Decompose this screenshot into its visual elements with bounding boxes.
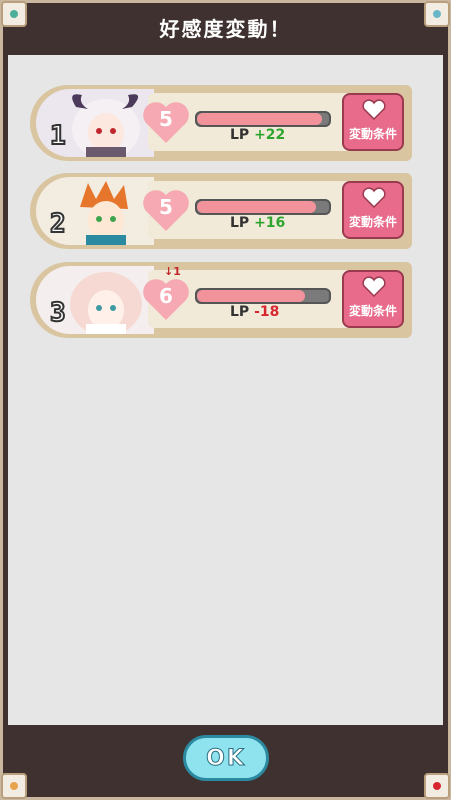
affection-panel: 1 5 LP +22 変動条件 2 5 LP +16 変動条件 3 6 ↓1 L… <box>8 55 443 725</box>
heart-outline-icon <box>362 99 386 121</box>
heart-icon: 6 <box>140 276 192 324</box>
lp-change: LP +22 <box>230 127 285 143</box>
change-conditions-button[interactable]: 変動条件 <box>342 270 404 328</box>
button-label: 変動条件 <box>348 127 397 141</box>
lp-bar-fill <box>197 113 323 125</box>
character-portrait-2: 2 <box>36 177 154 245</box>
lp-progress-bar <box>195 199 331 215</box>
list-item: 2 5 LP +16 変動条件 <box>30 173 412 249</box>
change-conditions-button[interactable]: 変動条件 <box>342 93 404 151</box>
heart-icon: 5 <box>140 99 192 147</box>
button-label: 変動条件 <box>348 304 397 318</box>
lp-bar-fill <box>197 290 306 302</box>
rank-number: 2 <box>49 208 67 240</box>
character-portrait-3: 3 <box>36 266 154 334</box>
affection-level: 5 <box>159 107 173 131</box>
lp-progress-bar <box>195 288 331 304</box>
lp-change: LP -18 <box>230 304 279 320</box>
heart-icon: 5 <box>140 187 192 235</box>
lp-delta: -18 <box>254 304 280 320</box>
button-label: 変動条件 <box>348 215 397 229</box>
heart-outline-icon <box>362 187 386 209</box>
lp-change: LP +16 <box>230 215 285 231</box>
list-item: 3 6 ↓1 LP -18 変動条件 <box>30 262 412 338</box>
lp-delta: +22 <box>254 127 286 143</box>
lp-label: LP <box>230 215 250 231</box>
affection-level: 5 <box>159 195 173 219</box>
lp-bar-fill <box>197 201 316 213</box>
ok-button[interactable]: OK <box>183 735 269 781</box>
rank-number: 3 <box>49 297 67 329</box>
lp-progress-bar <box>195 111 331 127</box>
rank-number: 1 <box>49 120 67 152</box>
heart-outline-icon <box>362 276 386 298</box>
character-portrait-1: 1 <box>36 89 154 157</box>
level-change-badge: ↓1 <box>164 265 181 278</box>
page-title: 好感度変動！ <box>159 17 292 41</box>
lp-delta: +16 <box>254 215 286 231</box>
change-conditions-button[interactable]: 変動条件 <box>342 181 404 239</box>
lp-label: LP <box>230 304 250 320</box>
affection-level: 6 <box>159 284 173 308</box>
lp-label: LP <box>230 127 250 143</box>
list-item: 1 5 LP +22 変動条件 <box>30 85 412 161</box>
